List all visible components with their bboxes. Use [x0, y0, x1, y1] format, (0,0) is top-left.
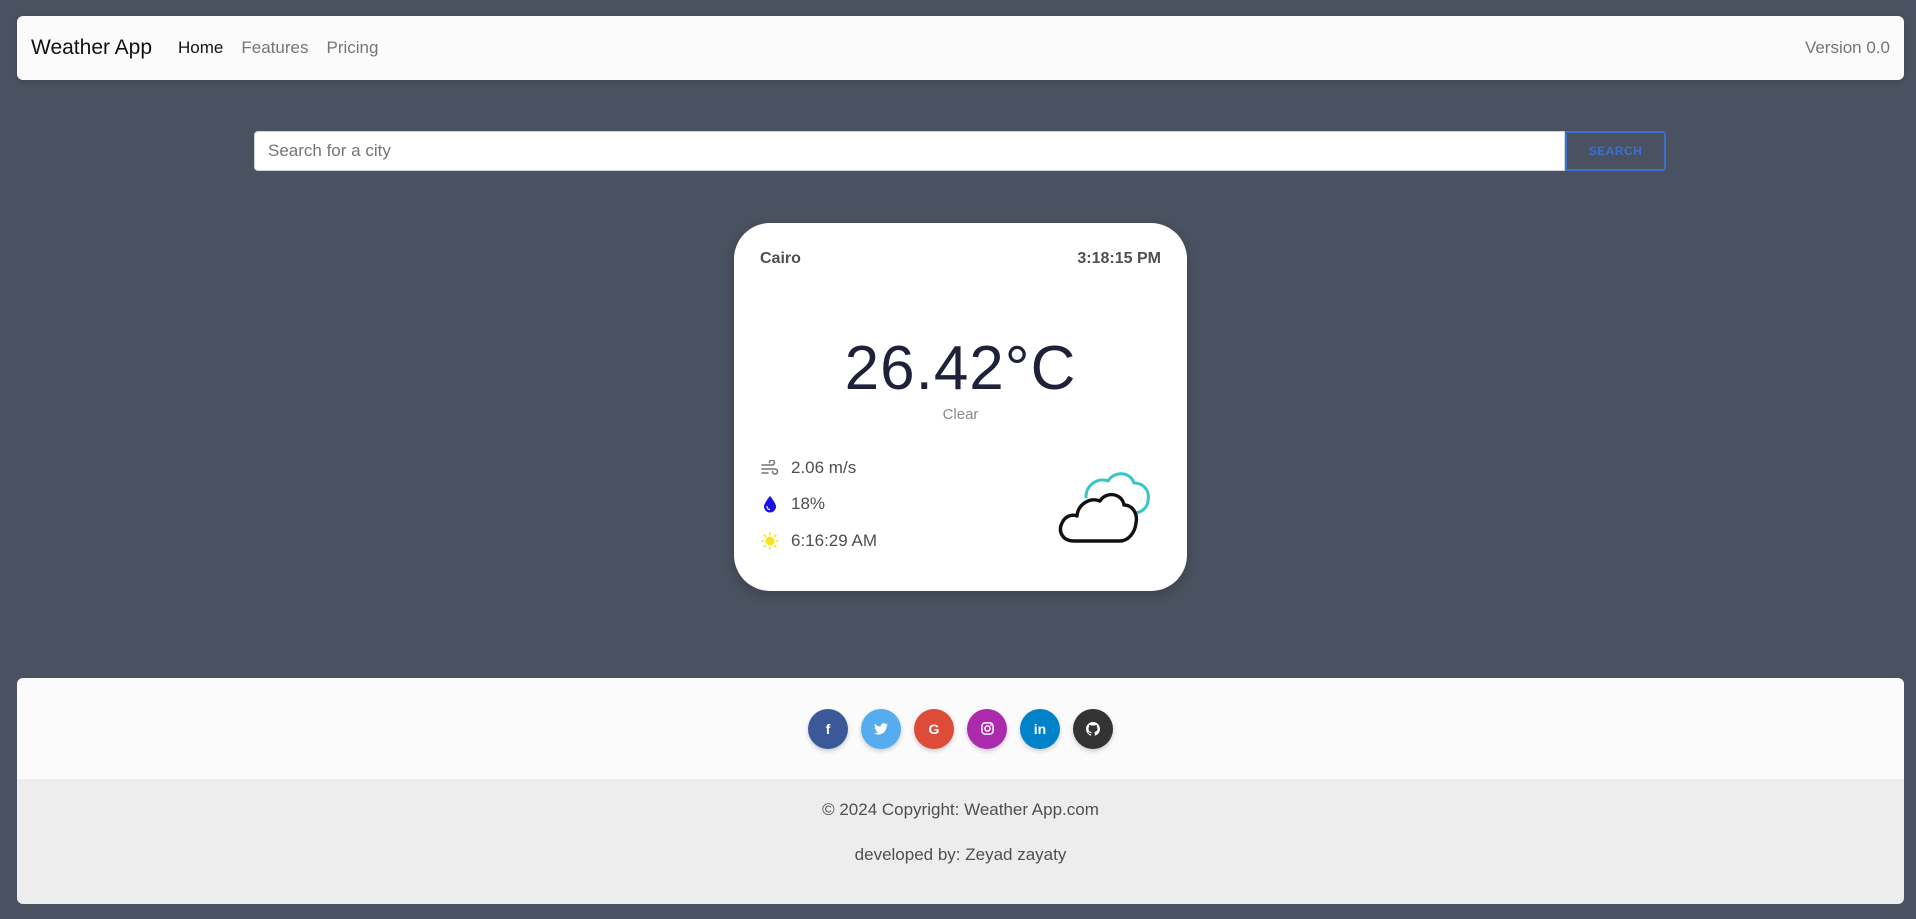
search-bar: SEARCH	[254, 131, 1666, 171]
github-icon[interactable]	[1073, 708, 1113, 749]
copyright-link[interactable]: Weather App.com	[964, 800, 1099, 819]
weather-card: Cairo 3:18:15 PM 26.42°C Clear 2.06 m/s …	[734, 223, 1187, 591]
copyright-prefix: © 2024 Copyright:	[822, 800, 965, 819]
sun-icon	[760, 531, 780, 551]
wind-speed-value: 2.06 m/s	[791, 458, 857, 477]
humidity-value: 18%	[791, 494, 826, 513]
water-drop-icon	[760, 494, 780, 514]
nav-link-pricing[interactable]: Pricing	[326, 38, 378, 58]
nav-link-features[interactable]: Features	[241, 38, 308, 58]
linkedin-icon[interactable]: in	[1020, 708, 1060, 749]
footer: f G in © 2024 Copyright: Weather App.com…	[17, 678, 1904, 904]
search-button[interactable]: SEARCH	[1565, 131, 1666, 171]
google-icon[interactable]: G	[914, 708, 954, 749]
search-input[interactable]	[254, 131, 1565, 171]
footer-bottom: © 2024 Copyright: Weather App.com develo…	[17, 779, 1904, 904]
navbar: Weather App Home Features Pricing Versio…	[17, 16, 1904, 80]
instagram-icon[interactable]	[967, 708, 1007, 749]
sunrise-row: 6:16:29 AM	[760, 531, 877, 551]
temperature: 26.42°C	[844, 334, 1077, 403]
partly-cloudy-icon	[1056, 469, 1156, 549]
version-label: Version 0.0	[1804, 38, 1890, 57]
facebook-icon[interactable]: f	[808, 708, 848, 749]
weather-description: Clear	[942, 406, 979, 423]
copyright-text: © 2024 Copyright: Weather App.com	[17, 779, 1904, 820]
developer-credit: developed by: Zeyad zayaty	[854, 845, 1067, 864]
wind-icon	[760, 458, 780, 478]
twitter-icon[interactable]	[861, 708, 901, 749]
sunrise-time: 6:16:29 AM	[791, 531, 878, 550]
humidity-row: 18%	[760, 494, 825, 514]
wind-speed-row: 2.06 m/s	[760, 458, 856, 478]
brand-logo[interactable]: Weather App	[31, 36, 152, 60]
nav-link-home[interactable]: Home	[178, 38, 223, 58]
local-time: 3:18:15 PM	[1077, 250, 1161, 267]
social-links: f G in	[17, 678, 1904, 779]
city-name: Cairo	[760, 250, 801, 267]
